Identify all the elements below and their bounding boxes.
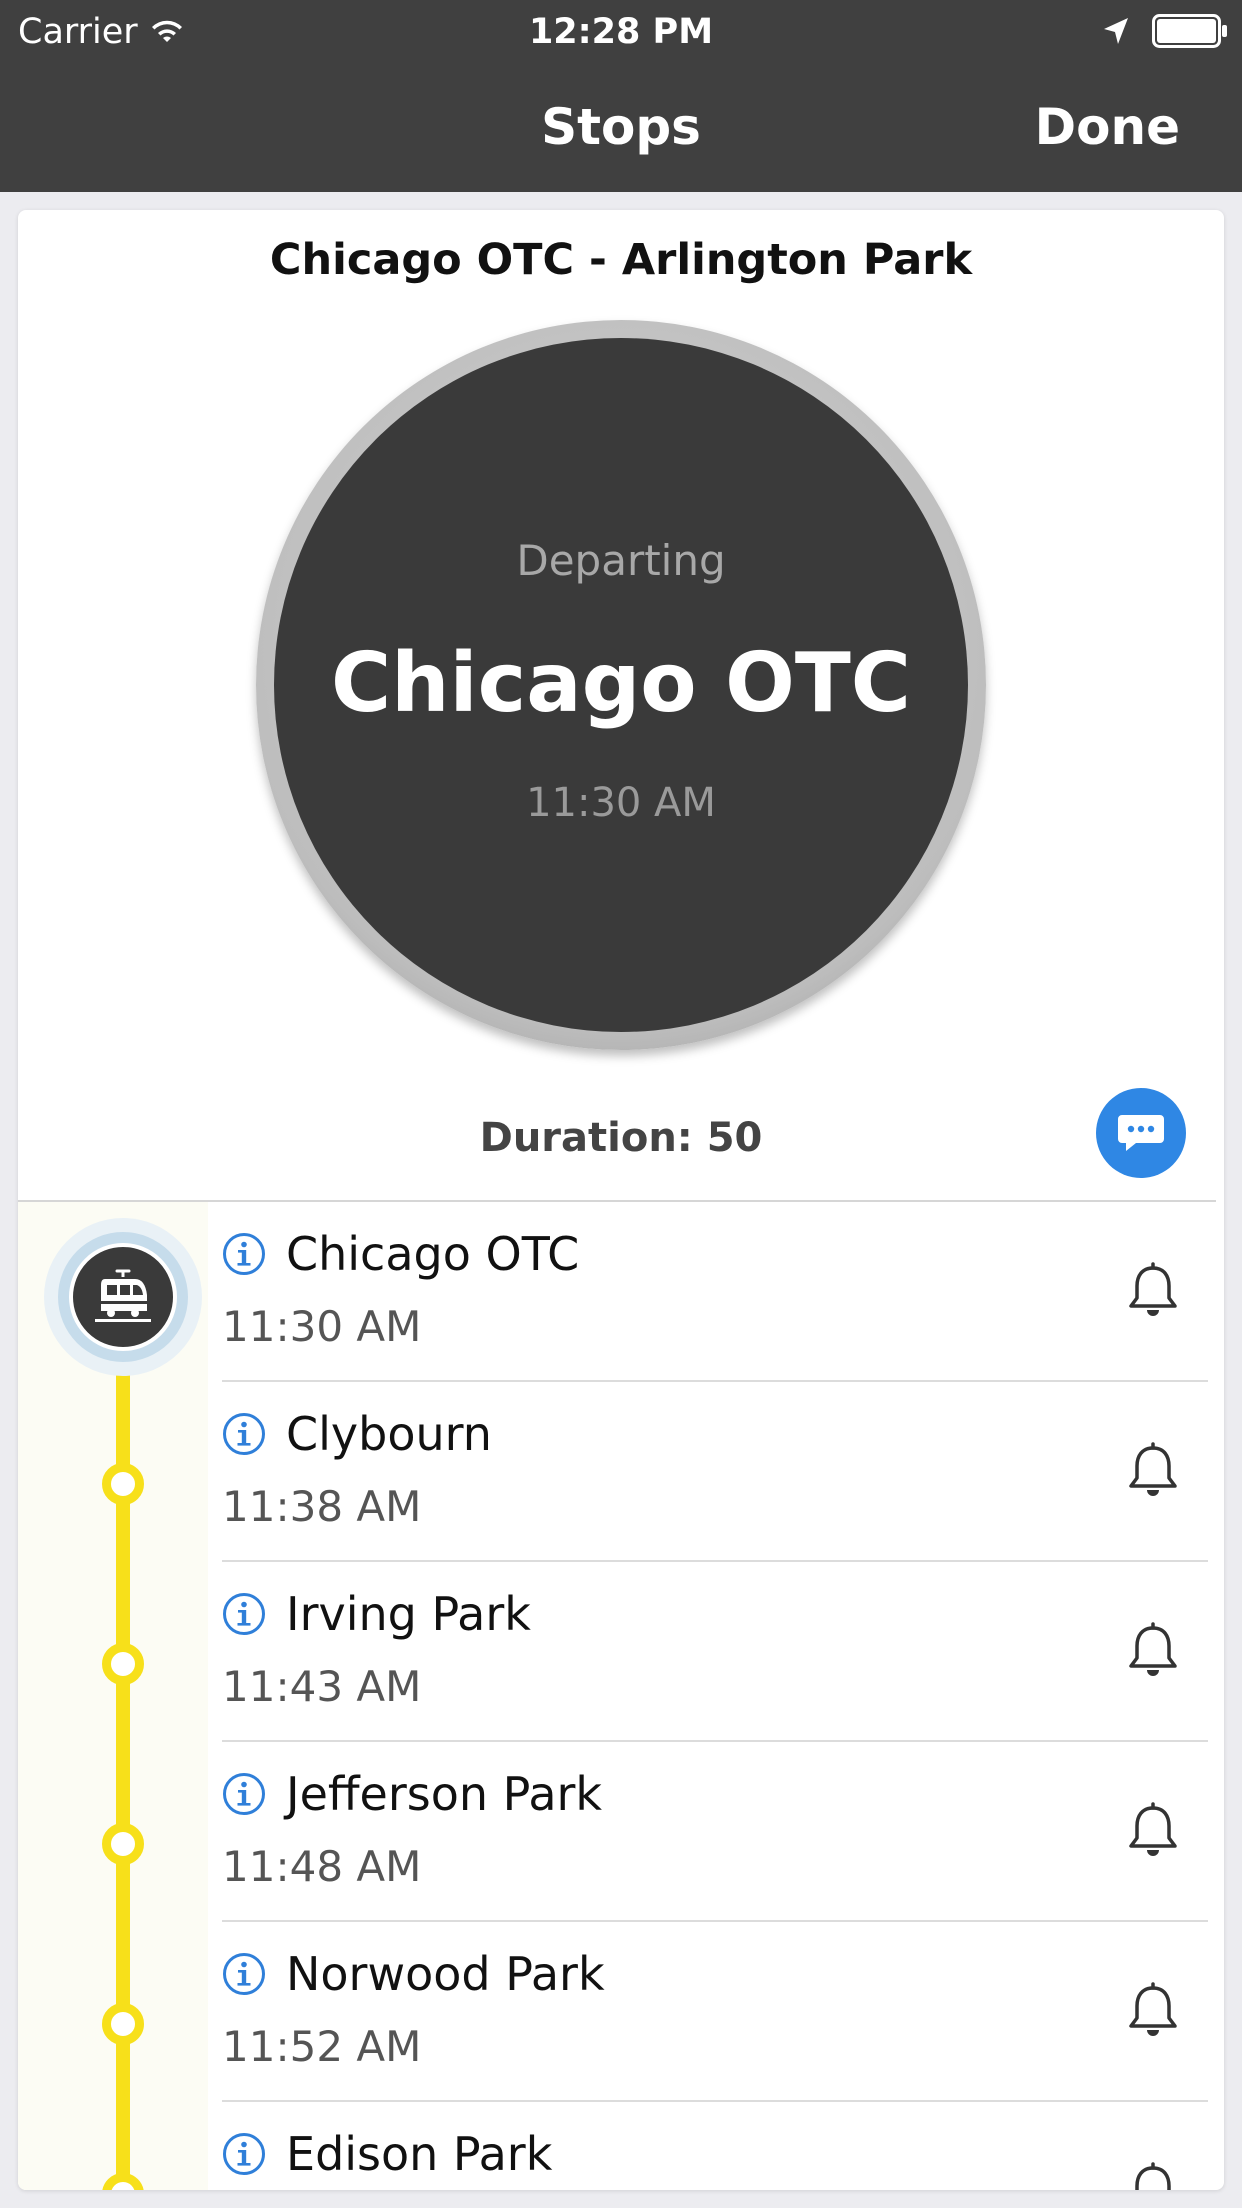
- stop-name: Chicago OTC: [286, 1227, 580, 1281]
- bell-icon[interactable]: [1125, 1982, 1181, 2042]
- stop-node: [102, 1463, 144, 1505]
- current-stop-marker: [44, 1218, 202, 1376]
- info-icon[interactable]: [222, 2132, 266, 2176]
- departure-circle-inner: Departing Chicago OTC 11:30 AM: [274, 338, 968, 1032]
- location-arrow-icon: [1104, 18, 1128, 44]
- trip-duration: Duration: 50: [479, 1115, 763, 1161]
- chat-bubble-icon: [1118, 1115, 1164, 1151]
- status-time: 12:28 PM: [528, 12, 714, 52]
- train-icon: [95, 1269, 151, 1322]
- info-icon[interactable]: [222, 1232, 266, 1276]
- stop-row-irving-park[interactable]: Irving Park 11:43 AM: [222, 1562, 1208, 1742]
- stop-row-clybourn[interactable]: Clybourn 11:38 AM: [222, 1382, 1208, 1562]
- stop-node: [102, 2003, 144, 2045]
- battery-full-icon: [1152, 14, 1227, 48]
- stop-row-norwood-park[interactable]: Norwood Park 11:52 AM: [222, 1922, 1208, 2102]
- route-title: Chicago OTC - Arlington Park: [269, 235, 973, 285]
- stop-row-chicago-otc[interactable]: Chicago OTC 11:30 AM: [222, 1202, 1208, 1382]
- info-icon[interactable]: [222, 1412, 266, 1456]
- stop-time: 11:30 AM: [222, 1302, 422, 1351]
- stop-row-jefferson-park[interactable]: Jefferson Park 11:48 AM: [222, 1742, 1208, 1922]
- stop-row-edison-park[interactable]: Edison Park: [222, 2102, 1208, 2190]
- departing-label: Departing: [516, 536, 726, 585]
- stop-node: [102, 1823, 144, 1865]
- bell-icon[interactable]: [1125, 2162, 1181, 2190]
- stop-time: 11:48 AM: [222, 1842, 422, 1891]
- bell-icon[interactable]: [1125, 1622, 1181, 1682]
- stop-name: Norwood Park: [286, 1947, 605, 2001]
- info-icon[interactable]: [222, 1952, 266, 1996]
- bell-icon[interactable]: [1125, 1442, 1181, 1502]
- chat-button[interactable]: [1096, 1088, 1186, 1178]
- stop-time: 11:52 AM: [222, 2022, 422, 2071]
- bell-icon[interactable]: [1125, 1802, 1181, 1862]
- stop-node: [102, 1643, 144, 1685]
- departing-time: 11:30 AM: [526, 780, 716, 826]
- done-button[interactable]: Done: [1035, 92, 1180, 162]
- trip-card: Chicago OTC - Arlington Park Departing C…: [18, 210, 1224, 2190]
- stop-name: Irving Park: [286, 1587, 531, 1641]
- stop-name: Edison Park: [286, 2127, 553, 2181]
- departure-circle: Departing Chicago OTC 11:30 AM: [256, 320, 986, 1050]
- info-icon[interactable]: [222, 1592, 266, 1636]
- info-icon[interactable]: [222, 1772, 266, 1816]
- current-stop-ring: [58, 1232, 188, 1362]
- status-right: [1102, 14, 1228, 48]
- stop-name: Jefferson Park: [286, 1767, 603, 1821]
- departing-station: Chicago OTC: [330, 636, 911, 731]
- stop-time: 11:43 AM: [222, 1662, 422, 1711]
- stop-time: 11:38 AM: [222, 1482, 422, 1531]
- bell-icon[interactable]: [1125, 1262, 1181, 1322]
- stop-name: Clybourn: [286, 1407, 492, 1461]
- train-badge: [69, 1243, 177, 1351]
- top-bar: Carrier 12:28 PM Stops Done: [0, 0, 1242, 192]
- timeline-line: [116, 1320, 130, 2190]
